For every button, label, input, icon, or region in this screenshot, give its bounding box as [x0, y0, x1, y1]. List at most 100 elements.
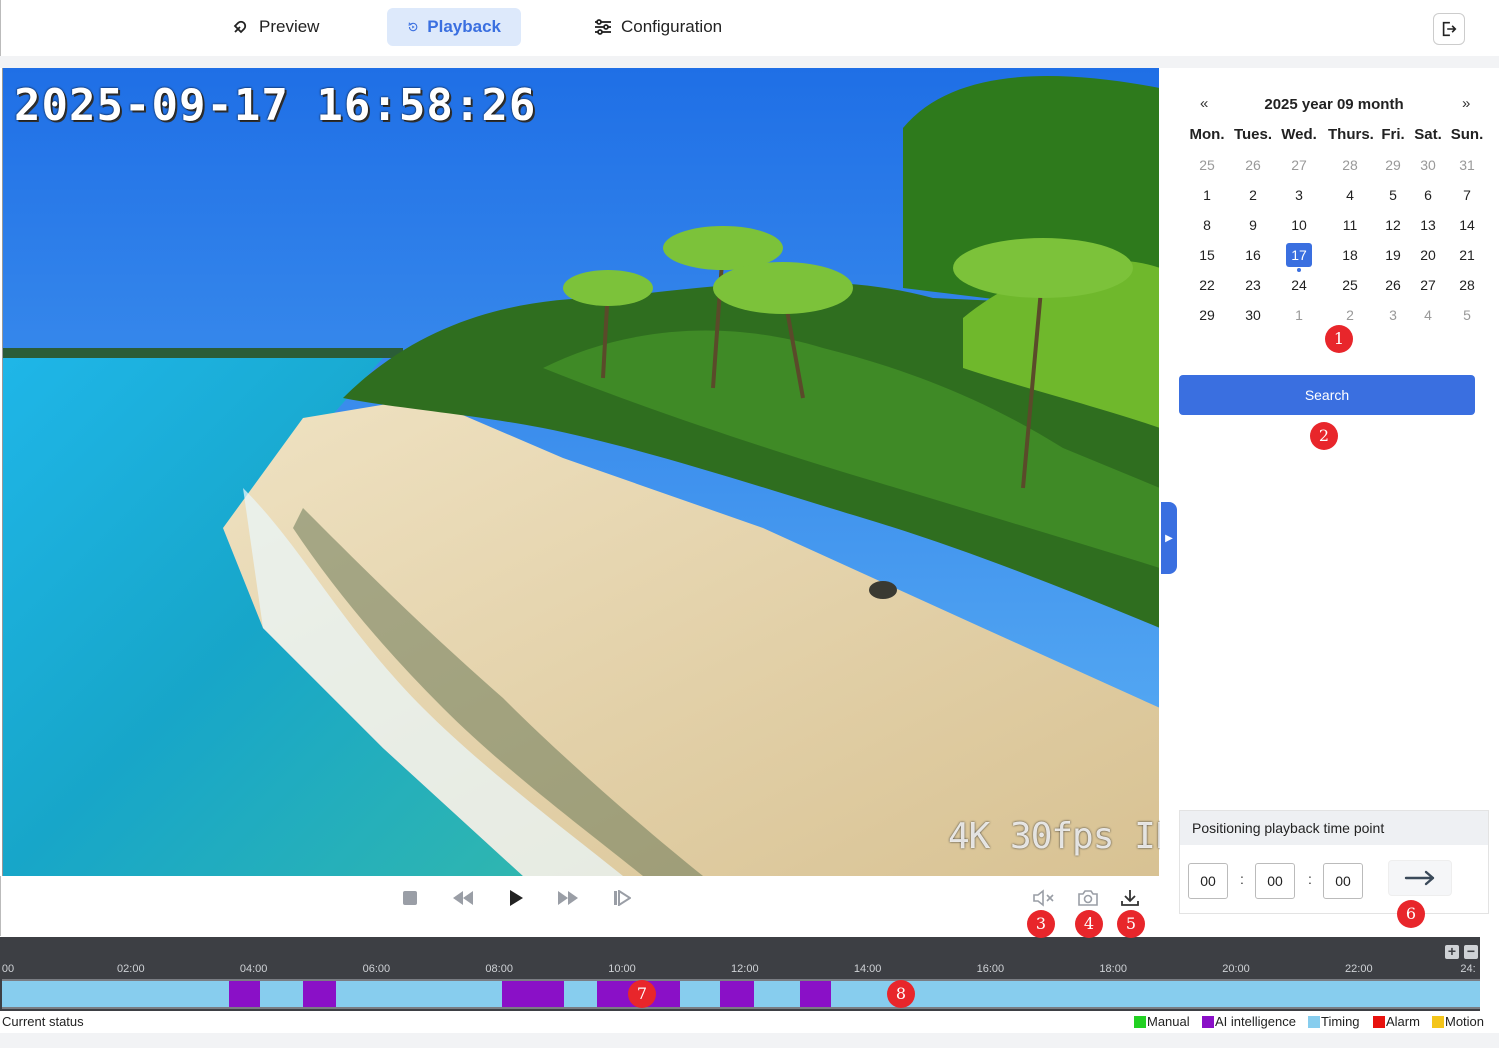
hour-field[interactable]: 00 [1188, 863, 1228, 899]
calendar-day[interactable]: 24 [1283, 274, 1315, 296]
sliders-icon [595, 19, 611, 35]
logout-icon [1442, 21, 1457, 37]
bottom-strip [0, 1033, 1499, 1048]
calendar-day[interactable]: 29 [1377, 154, 1409, 176]
calendar-day[interactable]: 2 [1237, 184, 1269, 206]
tab-playback[interactable]: Playback [387, 8, 521, 46]
muted-speaker-icon [1033, 889, 1054, 907]
next-month-button[interactable]: » [1462, 95, 1470, 112]
calendar-day[interactable]: 31 [1451, 154, 1483, 176]
calendar-day[interactable]: 13 [1412, 214, 1444, 236]
logout-button[interactable] [1433, 13, 1465, 45]
ai-recording-segment[interactable] [502, 981, 564, 1007]
calendar-day[interactable]: 30 [1412, 154, 1444, 176]
calendar-day[interactable]: 11 [1334, 214, 1366, 236]
play-button[interactable] [501, 886, 531, 910]
go-to-time-button[interactable] [1388, 860, 1452, 896]
calendar-day-selected[interactable]: 17 [1286, 243, 1312, 267]
rewind-button[interactable] [448, 886, 478, 910]
snapshot-button[interactable] [1073, 886, 1103, 910]
download-icon [1121, 890, 1139, 906]
timeline-tick-label: 02:00 [117, 963, 145, 975]
timeline[interactable]: 00 02:00 04:00 06:00 08:00 10:00 12:00 14:00 16:… [0, 937, 1480, 1011]
tab-configuration[interactable]: Configuration [573, 8, 742, 46]
calendar-day[interactable]: 22 [1191, 274, 1223, 296]
header-divider [0, 56, 1499, 68]
playback-icon [408, 22, 418, 32]
ai-recording-segment[interactable] [229, 981, 260, 1007]
timeline-ticks: 00 02:00 04:00 06:00 08:00 10:00 12:00 14:00 16:… [0, 937, 1480, 977]
calendar-day[interactable]: 5 [1451, 304, 1483, 326]
calendar-header: « 2025 year 09 month » [1188, 95, 1480, 117]
time-separator: : [1308, 871, 1312, 887]
step-frame-button[interactable] [607, 886, 637, 910]
annotation-badge: 3 [1027, 910, 1055, 938]
ai-recording-segment[interactable] [720, 981, 754, 1007]
timeline-tick-label: 22:00 [1345, 963, 1373, 975]
tab-preview[interactable]: Preview [211, 8, 339, 46]
preview-icon [233, 20, 247, 34]
calendar-day[interactable]: 5 [1377, 184, 1409, 206]
calendar-day[interactable]: 21 [1451, 244, 1483, 266]
zoom-out-button[interactable]: − [1464, 944, 1478, 959]
annotation-badge: 7 [628, 980, 656, 1008]
download-button[interactable] [1115, 886, 1145, 910]
calendar-day[interactable]: 4 [1412, 304, 1444, 326]
calendar-day[interactable]: 23 [1237, 274, 1269, 296]
calendar-day[interactable]: 15 [1191, 244, 1223, 266]
zoom-in-button[interactable]: + [1445, 944, 1459, 959]
collapse-panel-button[interactable]: ▶ [1161, 502, 1177, 574]
calendar-day[interactable]: 10 [1283, 214, 1315, 236]
calendar-day[interactable]: 1 [1283, 304, 1315, 326]
legend-label: Manual [1147, 1014, 1190, 1029]
timeline-tick-label: 24: [1460, 963, 1476, 975]
positioning-title: Positioning playback time point [1180, 811, 1488, 845]
calendar-day[interactable]: 6 [1412, 184, 1444, 206]
weekday-header: Sat. [1414, 126, 1442, 143]
timeline-tick-label: 14:00 [853, 963, 882, 975]
calendar-day[interactable]: 1 [1191, 184, 1223, 206]
annotation-badge: 4 [1075, 910, 1103, 938]
calendar-day[interactable]: 27 [1412, 274, 1444, 296]
stop-button[interactable] [395, 886, 425, 910]
calendar-day[interactable]: 20 [1412, 244, 1444, 266]
calendar-day[interactable]: 2 [1334, 304, 1366, 326]
calendar-day[interactable]: 26 [1377, 274, 1409, 296]
annotation-badge: 2 [1310, 422, 1338, 450]
calendar-day[interactable]: 26 [1237, 154, 1269, 176]
calendar-day[interactable]: 19 [1377, 244, 1409, 266]
status-bar: Current status Manual AI intelligence Timi… [0, 1011, 1499, 1033]
ai-recording-segment[interactable] [302, 981, 337, 1007]
calendar-day[interactable]: 3 [1377, 304, 1409, 326]
timeline-recording-bar[interactable] [2, 979, 1480, 1009]
calendar-day[interactable]: 12 [1377, 214, 1409, 236]
calendar-day[interactable]: 29 [1191, 304, 1223, 326]
calendar-day[interactable]: 14 [1451, 214, 1483, 236]
calendar-day[interactable]: 18 [1334, 244, 1366, 266]
calendar-day[interactable]: 8 [1191, 214, 1223, 236]
calendar-day[interactable]: 30 [1237, 304, 1269, 326]
calendar-day[interactable]: 3 [1283, 184, 1315, 206]
calendar-day[interactable]: 9 [1237, 214, 1269, 236]
calendar-day[interactable]: 4 [1334, 184, 1366, 206]
video-player[interactable] [2, 68, 1159, 876]
calendar-day[interactable]: 25 [1334, 274, 1366, 296]
mute-button[interactable] [1029, 886, 1059, 910]
search-button[interactable]: Search [1179, 375, 1475, 415]
video-frame-beach-scene [3, 68, 1159, 876]
calendar-day[interactable]: 27 [1283, 154, 1315, 176]
calendar-day[interactable]: 28 [1451, 274, 1483, 296]
ai-recording-segment[interactable] [800, 981, 831, 1007]
weekday-header: Wed. [1281, 126, 1317, 143]
second-field[interactable]: 00 [1323, 863, 1363, 899]
calendar-day[interactable]: 28 [1334, 154, 1366, 176]
calendar-day[interactable]: 7 [1451, 184, 1483, 206]
calendar-day[interactable]: 25 [1191, 154, 1223, 176]
fast-forward-button[interactable] [553, 886, 583, 910]
minute-field[interactable]: 00 [1255, 863, 1295, 899]
weekday-header: Sun. [1450, 126, 1484, 143]
calendar-day[interactable]: 16 [1237, 244, 1269, 266]
weekday-header: Mon. [1189, 126, 1225, 143]
legend-item: AI intelligence [1202, 1014, 1296, 1029]
annotation-badge: 1 [1325, 325, 1353, 353]
